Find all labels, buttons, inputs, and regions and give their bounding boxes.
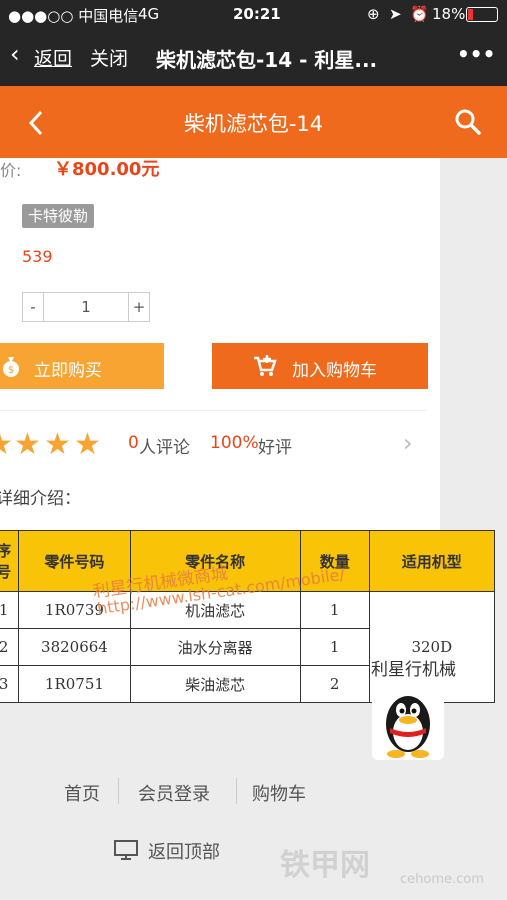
add-to-cart-label: 加入购物车 [292,361,377,381]
monitor-icon [114,840,138,860]
close-button[interactable]: 关闭 [90,44,128,71]
cell-part: 3820664 [18,628,131,666]
more-menu-button[interactable]: ••• [457,42,495,66]
money-bag-icon: $ [3,357,19,377]
star-icon: ★ [74,427,101,462]
footer-divider [118,778,119,804]
price-label: 总价: [0,161,22,180]
good-rate: 100% [210,433,259,453]
back-to-top-link[interactable]: 返回顶部 [148,838,220,864]
brand-badge: 卡特彼勒 [22,204,95,228]
wechat-nav-bar: ‹ 返回 关闭 柴机滤芯包-14 - 利星... ••• [0,28,507,86]
header-title: 柴机滤芯包-14 [183,112,324,136]
alarm-icon: ⏰ [410,5,429,23]
carrier-text: ●●●○○ 中国电信 [8,7,139,25]
chevron-left-icon[interactable]: ‹ [10,40,20,68]
cell-no: 3 [0,665,20,703]
good-rate-label: 好评 [258,438,292,458]
domain-watermark: cehome.com [400,872,484,887]
qq-penguin-icon [386,696,430,758]
footer-divider [236,778,237,804]
review-count: 0 [128,433,139,453]
quantity-stepper: - 1 + [22,292,150,322]
qq-chat-button[interactable] [372,680,444,760]
battery-icon [466,7,498,22]
cell-no: 1 [0,591,20,629]
location-icon: ➤ [389,5,402,23]
add-to-cart-button[interactable]: 加入购物车 [212,343,428,389]
detail-heading: 详细介绍： [0,489,81,509]
battery-text: 18% [432,5,466,23]
cell-qty: 2 [299,665,370,703]
chevron-right-icon: › [403,429,413,457]
svg-text:$: $ [8,365,14,376]
review-count-label: 人评论 [139,438,190,458]
star-icon: ★ [14,427,41,462]
cell-no: 2 [0,628,20,666]
footer-home-link[interactable]: 首页 [64,780,100,806]
qty-plus-button[interactable]: + [128,293,149,321]
footer-login-link[interactable]: 会员登录 [138,780,210,806]
back-button[interactable]: 返回 [34,44,72,71]
site-watermark: 铁甲网 [280,848,370,883]
buy-now-label: 立即购买 [34,361,102,381]
col-header: 适用机型 [368,530,496,592]
search-icon[interactable] [454,108,482,136]
star-icon: ★ [0,427,13,462]
cell-qty: 1 [299,591,370,629]
cart-add-icon [254,355,277,376]
network-text: 4G [138,5,160,23]
app-header: 柴机滤芯包-14 [0,86,507,158]
cell-name: 柴油滤芯 [129,665,301,703]
qty-minus-button[interactable]: - [23,293,44,321]
product-price: ￥800.00元 [54,159,160,180]
col-header: 序号 [0,530,20,592]
status-bar: ●●●○○ 中国电信 4G 20:21 ⊕ ➤ ⏰ 18% [0,0,507,28]
stock-count: 539 [22,247,53,266]
cell-name: 油水分离器 [129,628,301,666]
qty-input[interactable]: 1 [44,293,128,321]
star-icon: ★ [44,427,71,462]
page-title: 柴机滤芯包-14 - 利星... [156,48,378,72]
lock-rotation-icon: ⊕ [367,5,380,23]
cell-part: 1R0751 [18,665,131,703]
buy-now-button[interactable]: $ 立即购买 [0,343,164,389]
review-row[interactable]: ★ ★ ★ ★ 0 人评论 100% 好评 › [0,410,427,477]
qq-service-label: 利星行机械 [371,660,456,680]
cell-qty: 1 [299,628,370,666]
footer-cart-link[interactable]: 购物车 [252,780,306,806]
time-text: 20:21 [233,5,281,23]
